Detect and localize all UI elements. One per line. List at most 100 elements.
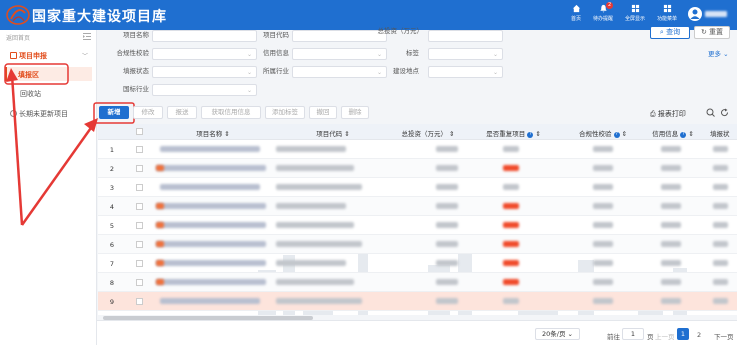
table-row[interactable]: 9 [98,292,737,311]
row-checkbox[interactable] [136,241,143,248]
withdraw-button[interactable]: 撤回 [309,106,337,119]
cell-total-investment [436,298,458,304]
row-number: 6 [109,241,115,249]
table-row[interactable]: 4 [98,197,737,216]
cell-project-name [156,165,266,171]
home-icon [572,4,580,13]
status-marker [156,222,164,228]
table-row[interactable]: 3 [98,178,737,197]
row-number: 5 [109,222,115,230]
status-label: 填报状态 [123,67,149,75]
sidebar-group-project-declare[interactable]: 项目申报 [10,51,47,61]
row-checkbox[interactable] [136,260,143,267]
row-checkbox[interactable] [136,203,143,210]
nat-industry-select[interactable]: ⌄ [152,84,257,96]
total-investment-input[interactable] [428,30,503,42]
reset-button[interactable]: ↻ 重置 [694,26,730,39]
cell-duplicate [503,241,519,247]
goto-page-input[interactable]: 1 [622,328,644,340]
row-checkbox[interactable] [136,279,143,286]
chevron-down-icon: ﹀ [82,53,89,60]
select-all-checkbox[interactable] [136,128,143,135]
sidebar-item-stale-projects[interactable]: 长期未更新项目 [10,109,68,119]
col-credit[interactable]: 信用信息 ? ⇕ [643,128,703,138]
cell-compliance [593,165,613,171]
cell-duplicate [503,260,519,266]
status-marker [156,241,164,247]
col-total-investment[interactable]: 总投资（万元） ⇕ [393,128,463,138]
col-project-name[interactable]: 项目名称 ⇕ [158,128,268,138]
col-project-code[interactable]: 项目代码 ⇕ [273,128,393,138]
cell-total-investment [436,165,458,171]
user-name[interactable] [705,11,727,17]
prev-page-button[interactable]: 上一页 [655,331,675,341]
location-select[interactable]: ⌄ [428,66,503,78]
add-tag-button[interactable]: 添加标签 [265,106,305,119]
next-page-button[interactable]: 下一页 [714,331,734,341]
nav-menu[interactable]: 功能菜单 [652,4,682,22]
more-filters-link[interactable]: 更多 ⌄ [708,48,729,58]
sort-icon: ⇕ [342,130,350,138]
tag-select[interactable]: ⌄ [428,48,503,60]
cell-status [713,241,728,247]
new-button[interactable]: 新增 [99,106,129,119]
cell-project-code [276,184,362,190]
chevron-down-icon: ⌄ [721,50,729,58]
col-compliance[interactable]: 合规性校验 ? ⇕ [563,128,643,138]
table-row[interactable]: 5 [98,216,737,235]
cell-project-code [276,222,354,228]
col-duplicate[interactable]: 是否重复项目 ? ⇕ [466,128,561,138]
row-checkbox[interactable] [136,165,143,172]
cell-project-name [156,279,266,285]
report-button[interactable]: 报送 [167,106,197,119]
row-checkbox[interactable] [136,222,143,229]
table-row[interactable]: 7 [98,254,737,273]
cell-status [713,146,728,152]
row-checkbox[interactable] [136,184,143,191]
refresh-icon[interactable] [720,108,729,117]
delete-button[interactable]: 删除 [341,106,369,119]
cell-compliance [593,298,613,304]
get-credit-button[interactable]: 获取信用信息 [201,106,261,119]
cell-duplicate [503,165,519,171]
total-investment-label: 总投资（万元） [377,27,424,35]
sidebar-item-fill-area[interactable]: 填报区 [5,67,92,81]
print-report-button[interactable]: ⎙ 报表打印 [650,109,686,119]
cell-credit [661,241,681,247]
cell-status [713,165,728,171]
filter-panel: 项目名称 项目代码 总投资（万元） 合规性校验 ⌄ 信用信息 ⌄ 标签 ⌄ 填报… [97,27,737,100]
avatar[interactable] [688,7,702,21]
col-status[interactable]: 填报状 [710,128,737,138]
cell-status [713,279,728,285]
sidebar-item-recycle-bin[interactable]: 回收站 [20,89,41,99]
table-row[interactable]: 2 [98,159,737,178]
back-home-link[interactable]: 返回首页 [6,33,30,42]
cell-duplicate [503,146,519,152]
row-checkbox[interactable] [136,146,143,153]
row-number: 2 [109,165,115,173]
refresh-icon: ↻ [700,28,710,36]
table-row[interactable]: 8 [98,273,737,292]
row-checkbox[interactable] [136,298,143,305]
edit-button[interactable]: 修改 [133,106,163,119]
cell-credit [661,222,681,228]
top-bar: 国家重大建设项目库 首页 2 待办提醒 全屏显示 功能菜单 [0,0,737,30]
nav-home[interactable]: 首页 [561,4,591,22]
nav-fullscreen[interactable]: 全屏显示 [620,4,650,22]
nav-reminders[interactable]: 2 待办提醒 [588,2,618,22]
column-settings-icon[interactable] [706,108,715,117]
page-1-button[interactable]: 1 [677,328,689,340]
cell-compliance [593,241,613,247]
query-button[interactable]: ⌕ 查询 [650,26,690,39]
table-row[interactable]: 1 [98,140,737,159]
collapse-icon[interactable] [83,33,91,40]
clock-icon [10,110,17,117]
cell-status [713,203,728,209]
table-row[interactable]: 6 [98,235,737,254]
cell-total-investment [436,203,458,209]
credit-label: 信用信息 [263,49,289,57]
chevron-down-icon: ⌄ [492,51,498,58]
page-size-select[interactable]: 20条/页 ⌄ [535,328,580,340]
cell-total-investment [436,146,458,152]
page-2-button[interactable]: 2 [697,331,701,339]
